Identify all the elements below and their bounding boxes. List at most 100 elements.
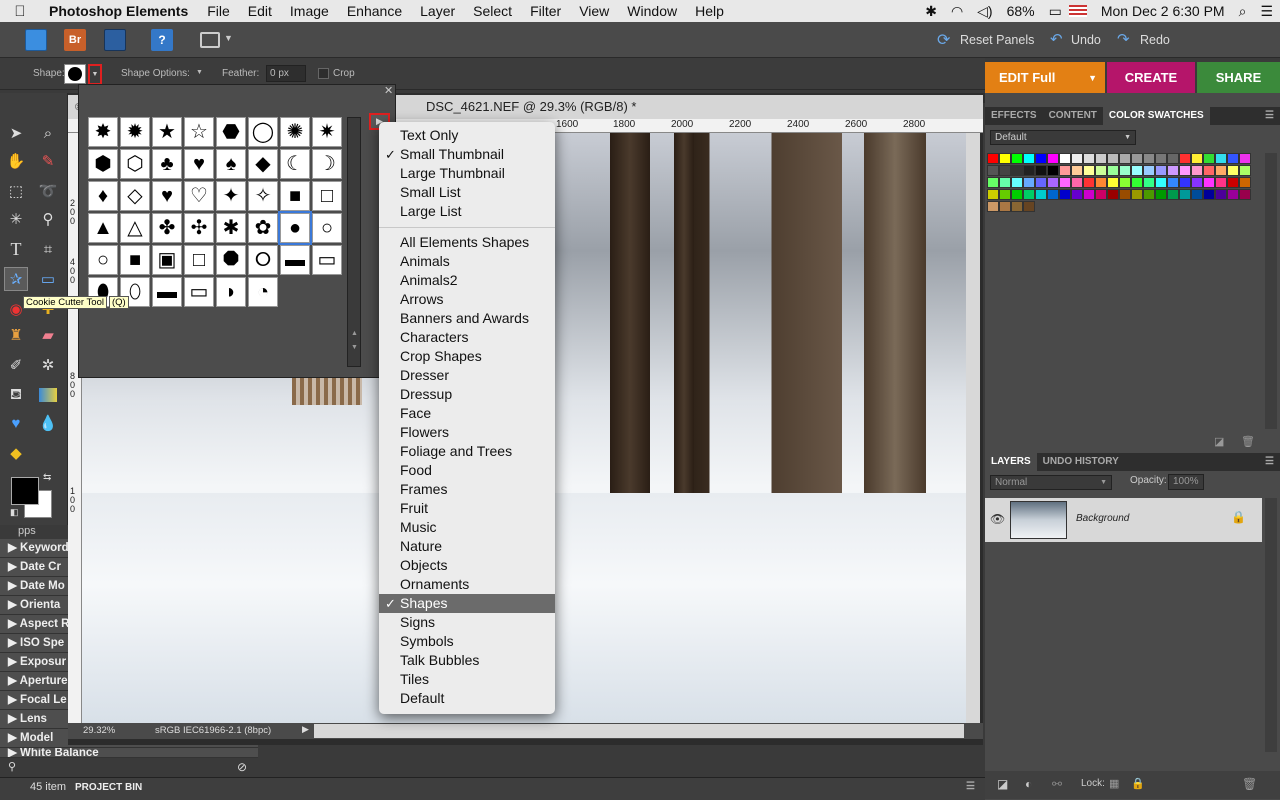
menu-item[interactable]: Fruit bbox=[379, 499, 555, 518]
lock-all-icon[interactable]: 🔒 bbox=[1131, 777, 1145, 790]
menu-layer[interactable]: Layer bbox=[411, 3, 464, 19]
paint-bucket-tool-icon[interactable]: ⛾ bbox=[4, 383, 28, 407]
color-swatch[interactable] bbox=[999, 201, 1011, 212]
color-swatch[interactable] bbox=[1203, 165, 1215, 176]
menu-select[interactable]: Select bbox=[464, 3, 521, 19]
menu-item[interactable]: Large List bbox=[379, 202, 555, 221]
color-swatch[interactable] bbox=[1095, 153, 1107, 164]
shape-thumbnail[interactable]: ◗ bbox=[216, 277, 246, 307]
tab-undo-history[interactable]: UNDO HISTORY bbox=[1037, 453, 1125, 471]
shape-thumbnail[interactable]: ★ bbox=[152, 117, 182, 147]
opacity-input[interactable]: 100% bbox=[1168, 474, 1204, 490]
menu-item[interactable]: Text Only bbox=[379, 126, 555, 145]
menu-item[interactable]: Animals2 bbox=[379, 271, 555, 290]
volume-icon[interactable]: ◁) bbox=[970, 3, 999, 20]
color-swatch[interactable] bbox=[1011, 201, 1023, 212]
shape-thumbnail[interactable]: ○ bbox=[88, 245, 118, 275]
menu-item[interactable]: Food bbox=[379, 461, 555, 480]
menu-item[interactable]: Foliage and Trees bbox=[379, 442, 555, 461]
shape-thumbnail[interactable]: ◯ bbox=[248, 117, 278, 147]
shape-thumbnail[interactable]: ⭘ bbox=[248, 245, 278, 275]
tab-layers[interactable]: LAYERS bbox=[985, 453, 1037, 471]
menu-item[interactable]: Dresser bbox=[379, 366, 555, 385]
clear-filter-icon[interactable]: ⊘ bbox=[237, 760, 247, 774]
shape-picker-dropdown-button[interactable]: ▼ bbox=[88, 64, 102, 85]
zoom-level[interactable]: 29.32% bbox=[83, 725, 115, 736]
save-icon[interactable] bbox=[104, 29, 126, 51]
color-swatch[interactable] bbox=[1083, 153, 1095, 164]
eyedropper-tool-icon[interactable]: ✎ bbox=[36, 149, 60, 173]
delete-swatch-icon[interactable]: 🗑 bbox=[1241, 435, 1255, 448]
menu-item[interactable]: Objects bbox=[379, 556, 555, 575]
color-swatch[interactable] bbox=[1239, 165, 1251, 176]
color-swatch[interactable] bbox=[1023, 153, 1035, 164]
sponge-tool-icon[interactable]: ◆ bbox=[4, 441, 28, 465]
color-swatch[interactable] bbox=[1011, 153, 1023, 164]
link-layers-icon[interactable]: ⚯ bbox=[1052, 777, 1062, 791]
shape-thumbnail[interactable]: ● bbox=[278, 211, 312, 245]
shape-thumbnail[interactable]: ⬣ bbox=[216, 117, 246, 147]
new-swatch-icon[interactable]: ◪ bbox=[1214, 435, 1224, 448]
shape-thumbnail[interactable]: ✺ bbox=[280, 117, 310, 147]
straighten-tool-icon[interactable]: ▭ bbox=[36, 267, 60, 291]
clone-stamp-tool-icon[interactable]: ♜ bbox=[4, 323, 28, 347]
expand-triangle-icon[interactable]: ▶ bbox=[8, 561, 20, 573]
color-swatch[interactable] bbox=[1167, 165, 1179, 176]
shape-thumbnail[interactable]: ✧ bbox=[248, 181, 278, 211]
color-swatch[interactable] bbox=[1059, 153, 1071, 164]
color-swatch[interactable] bbox=[1119, 165, 1131, 176]
shape-preview[interactable] bbox=[64, 64, 86, 84]
menu-item[interactable]: ✓ Shapes bbox=[379, 594, 555, 613]
shape-thumbnail[interactable]: ☽ bbox=[312, 149, 342, 179]
battery-percent[interactable]: 68% bbox=[1000, 3, 1042, 19]
chevron-down-icon[interactable]: ▼ bbox=[196, 69, 203, 76]
shape-thumbnail[interactable]: ⬢ bbox=[88, 149, 118, 179]
color-swatch[interactable] bbox=[987, 201, 999, 212]
expand-triangle-icon[interactable]: ▶ bbox=[8, 713, 20, 725]
color-swatch[interactable] bbox=[1167, 189, 1179, 200]
color-swatch[interactable] bbox=[1239, 189, 1251, 200]
layer-visibility-eye-icon[interactable]: 👁 bbox=[990, 512, 1005, 526]
menu-view[interactable]: View bbox=[570, 3, 618, 19]
spotlight-search-icon[interactable]: ⌕ bbox=[1232, 3, 1254, 20]
color-swatch[interactable] bbox=[1239, 177, 1251, 188]
close-picker-icon[interactable]: ✕ bbox=[384, 84, 393, 97]
color-swatch[interactable] bbox=[1083, 165, 1095, 176]
menu-item[interactable]: Small List bbox=[379, 183, 555, 202]
color-swatch[interactable] bbox=[1131, 189, 1143, 200]
feather-input[interactable]: 0 px bbox=[266, 65, 306, 82]
marquee-tool-icon[interactable]: ⬚ bbox=[4, 179, 28, 203]
color-swatch[interactable] bbox=[1155, 165, 1167, 176]
color-swatch[interactable] bbox=[1035, 177, 1047, 188]
status-menu-arrow-icon[interactable]: ▶ bbox=[302, 724, 309, 735]
color-swatch[interactable] bbox=[1155, 189, 1167, 200]
color-swatch[interactable] bbox=[987, 177, 999, 188]
chevron-down-icon[interactable]: ▼ bbox=[224, 33, 233, 43]
menu-window[interactable]: Window bbox=[618, 3, 686, 19]
color-swatch[interactable] bbox=[1011, 165, 1023, 176]
color-swatch[interactable] bbox=[1215, 177, 1227, 188]
pin-icon[interactable]: ⚲ bbox=[8, 760, 16, 773]
menu-item[interactable]: Frames bbox=[379, 480, 555, 499]
menu-item[interactable]: Large Thumbnail bbox=[379, 164, 555, 183]
shape-thumbnail[interactable]: ♡ bbox=[184, 181, 214, 211]
swatch-set-select[interactable]: Default ▼ bbox=[990, 130, 1136, 145]
color-swatch[interactable] bbox=[1095, 189, 1107, 200]
shape-thumbnail[interactable]: ♥ bbox=[184, 149, 214, 179]
color-swatch[interactable] bbox=[1203, 189, 1215, 200]
color-swatch[interactable] bbox=[1083, 189, 1095, 200]
tab-edit-full[interactable]: EDIT Full ▼ bbox=[985, 62, 1105, 93]
app-name-menu[interactable]: Photoshop Elements bbox=[40, 3, 198, 19]
help-button[interactable]: ? bbox=[151, 29, 173, 51]
color-swatch[interactable] bbox=[1071, 153, 1083, 164]
shape-thumbnail[interactable]: ✦ bbox=[216, 181, 246, 211]
scroll-up-icon[interactable]: ▲ bbox=[351, 330, 358, 337]
undo-icon[interactable]: ↶ bbox=[1050, 30, 1063, 48]
shape-thumbnail[interactable]: ◇ bbox=[120, 181, 150, 211]
workspace-layout-icon[interactable] bbox=[200, 32, 220, 48]
color-swatch[interactable] bbox=[1023, 189, 1035, 200]
color-swatch[interactable] bbox=[1179, 177, 1191, 188]
new-file-icon[interactable] bbox=[25, 29, 47, 51]
color-swatch[interactable] bbox=[1143, 153, 1155, 164]
clock[interactable]: Mon Dec 2 6:30 PM bbox=[1087, 3, 1232, 19]
